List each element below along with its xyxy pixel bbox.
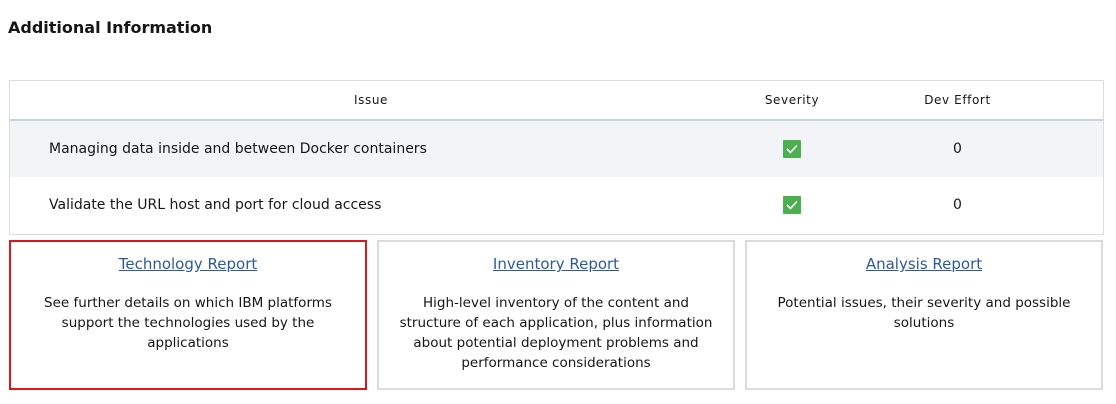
technology-report-card[interactable]: Technology Report See further details on… (9, 240, 367, 390)
table-row: Validate the URL host and port for cloud… (10, 177, 1103, 233)
column-header-dev-effort[interactable]: Dev Effort (852, 93, 1103, 107)
analysis-report-card[interactable]: Analysis Report Potential issues, their … (745, 240, 1103, 390)
analysis-report-link[interactable]: Analysis Report (866, 255, 982, 273)
checkmark-icon (783, 140, 801, 158)
technology-report-description: See further details on which IBM platfor… (44, 295, 332, 351)
table-header: Issue Severity Dev Effort (10, 81, 1103, 121)
analysis-report-description: Potential issues, their severity and pos… (777, 295, 1071, 331)
inventory-report-description: High-level inventory of the content and … (399, 295, 713, 371)
technology-report-link[interactable]: Technology Report (119, 255, 258, 273)
checkmark-icon (783, 196, 801, 214)
dev-effort-cell: 0 (953, 197, 962, 213)
issue-cell: Validate the URL host and port for cloud… (49, 197, 382, 213)
issue-cell: Managing data inside and between Docker … (49, 141, 427, 157)
inventory-report-link[interactable]: Inventory Report (493, 255, 619, 273)
issues-table: Issue Severity Dev Effort Managing data … (9, 80, 1104, 235)
dev-effort-cell: 0 (953, 141, 962, 157)
column-header-severity[interactable]: Severity (732, 93, 852, 107)
table-row: Managing data inside and between Docker … (10, 121, 1103, 177)
severity-cell (732, 196, 852, 214)
column-header-issue[interactable]: Issue (10, 93, 732, 107)
section-title: Additional Information (8, 18, 213, 37)
inventory-report-card[interactable]: Inventory Report High-level inventory of… (377, 240, 735, 390)
severity-cell (732, 140, 852, 158)
